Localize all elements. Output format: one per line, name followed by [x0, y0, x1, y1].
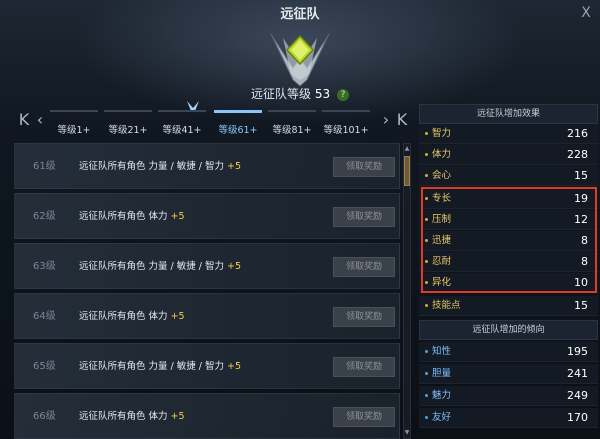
- tendency-name: 友好: [432, 412, 452, 423]
- stat-name: 体力: [432, 149, 452, 160]
- tendency-value: 195: [567, 345, 588, 358]
- stat-name: 技能点: [432, 300, 461, 311]
- reward-description: 远征队所有角色 力量 / 敏捷 / 智力 +5: [79, 361, 242, 372]
- expedition-level: 远征队等级 53 ?: [200, 85, 400, 103]
- stat-value: 15: [574, 169, 588, 182]
- reward-description: 远征队所有角色 力量 / 敏捷 / 智力 +5: [79, 161, 242, 172]
- claim-reward-button[interactable]: 领取奖励: [333, 357, 395, 377]
- window-title: 远征队: [280, 7, 320, 22]
- prev-page-icon[interactable]: ‹: [30, 110, 50, 130]
- scroll-thumb[interactable]: [404, 156, 410, 186]
- highlight-box: [421, 187, 597, 293]
- reward-description: 远征队所有角色 体力 +5: [79, 211, 185, 222]
- tab-level-21[interactable]: 等级21+: [102, 110, 154, 136]
- scroll-down-icon[interactable]: ▼: [404, 429, 410, 437]
- tab-level-1[interactable]: 等级1+: [48, 110, 100, 136]
- help-icon[interactable]: ?: [336, 88, 349, 101]
- level-tabs: K ‹ 等级1+ 等级21+ 等级41+ 等级61+ 等级81+ 等级101+ …: [12, 101, 414, 138]
- reward-row: 61级 远征队所有角色 力量 / 敏捷 / 智力 +5 领取奖励: [14, 143, 400, 189]
- stat-row-stamina: 体力 228: [419, 145, 598, 165]
- tendency-name: 胆量: [432, 368, 452, 379]
- reward-row: 65级 远征队所有角色 力量 / 敏捷 / 智力 +5 领取奖励: [14, 343, 400, 389]
- reward-level: 63级: [33, 261, 56, 272]
- reward-list: 61级 远征队所有角色 力量 / 敏捷 / 智力 +5 领取奖励 62级 远征队…: [14, 143, 400, 439]
- reward-bonus: +5: [227, 161, 242, 172]
- claim-reward-button[interactable]: 领取奖励: [333, 157, 395, 177]
- reward-bonus: +5: [170, 211, 185, 222]
- tab-label: 等级21+: [108, 125, 148, 136]
- level-value: 53: [314, 87, 331, 101]
- last-page-icon[interactable]: K: [392, 110, 412, 130]
- reward-level: 66级: [33, 411, 56, 422]
- reward-bonus: +5: [170, 411, 185, 422]
- reward-level: 62级: [33, 211, 56, 222]
- stat-row-crit: 会心 15: [419, 166, 598, 186]
- reward-scrollbar[interactable]: ▲ ▼: [403, 143, 411, 439]
- claim-reward-button[interactable]: 领取奖励: [333, 207, 395, 227]
- tab-label: 等级61+: [218, 125, 258, 136]
- effects-header: 远征队增加效果: [419, 104, 598, 124]
- stat-name: 智力: [432, 128, 452, 139]
- reward-description: 远征队所有角色 力量 / 敏捷 / 智力 +5: [79, 261, 242, 272]
- scroll-up-icon[interactable]: ▲: [404, 145, 410, 153]
- tendency-name: 魅力: [432, 390, 452, 401]
- tendency-value: 249: [567, 389, 588, 402]
- tendency-row-courage: 胆量 241: [419, 364, 598, 384]
- reward-description: 远征队所有角色 体力 +5: [79, 311, 185, 322]
- reward-row: 63级 远征队所有角色 力量 / 敏捷 / 智力 +5 领取奖励: [14, 243, 400, 289]
- stat-row-intelligence: 智力 216: [419, 124, 598, 144]
- tendency-row-intellect: 知性 195: [419, 342, 598, 362]
- tab-label: 等级1+: [57, 125, 91, 136]
- reward-row: 64级 远征队所有角色 体力 +5 领取奖励: [14, 293, 400, 339]
- reward-row: 62级 远征队所有角色 体力 +5 领取奖励: [14, 193, 400, 239]
- tendency-value: 170: [567, 411, 588, 424]
- tendency-name: 知性: [432, 346, 452, 357]
- tendency-value: 241: [567, 367, 588, 380]
- reward-bonus: +5: [170, 311, 185, 322]
- tab-level-101[interactable]: 等级101+: [320, 110, 372, 136]
- tab-label: 等级101+: [323, 125, 369, 136]
- claim-reward-button[interactable]: 领取奖励: [333, 307, 395, 327]
- level-label: 远征队等级: [251, 87, 312, 101]
- stat-name: 会心: [432, 170, 452, 181]
- tab-level-81[interactable]: 等级81+: [266, 110, 318, 136]
- reward-level: 65级: [33, 361, 56, 372]
- stat-value: 228: [567, 148, 588, 161]
- tendency-header: 远征队增加的倾向: [419, 320, 598, 340]
- claim-reward-button[interactable]: 领取奖励: [333, 407, 395, 427]
- reward-bonus: +5: [227, 361, 242, 372]
- tendency-row-kindness: 友好 170: [419, 408, 598, 428]
- claim-reward-button[interactable]: 领取奖励: [333, 257, 395, 277]
- stat-value: 15: [574, 299, 588, 312]
- stat-row-skill-points: 技能点 15: [419, 296, 598, 316]
- reward-level: 61级: [33, 161, 56, 172]
- tab-label: 等级41+: [162, 125, 202, 136]
- expedition-emblem-icon: [270, 33, 330, 87]
- stat-value: 216: [567, 127, 588, 140]
- reward-level: 64级: [33, 311, 56, 322]
- tendency-row-charisma: 魅力 249: [419, 386, 598, 406]
- tab-level-61[interactable]: 等级61+: [212, 110, 264, 136]
- reward-row: 66级 远征队所有角色 体力 +5 领取奖励: [14, 393, 400, 439]
- reward-bonus: +5: [227, 261, 242, 272]
- close-icon[interactable]: X: [578, 5, 594, 21]
- tab-label: 等级81+: [272, 125, 312, 136]
- reward-description: 远征队所有角色 体力 +5: [79, 411, 185, 422]
- tab-level-41[interactable]: 等级41+: [156, 110, 208, 136]
